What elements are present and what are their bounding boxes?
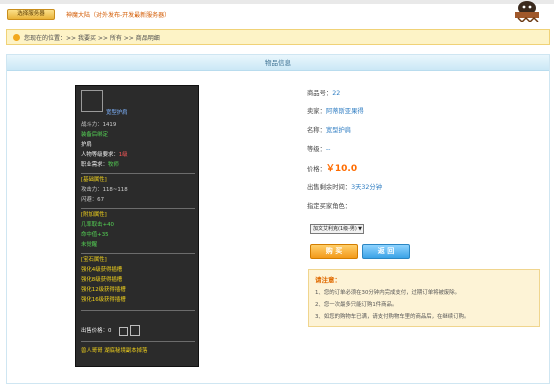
slot-type: 护肩 xyxy=(81,142,92,148)
extra-attr-3: 未觉醒 xyxy=(81,242,98,248)
grade-label: 等级： xyxy=(307,146,326,153)
item-no-row: 商品号：22 xyxy=(307,88,340,97)
gold-coin-icon xyxy=(119,327,128,336)
extra-attr-title: [附加属性] xyxy=(81,212,107,218)
divider xyxy=(81,310,195,311)
gem-slot-4: 强化16级获得插槽 xyxy=(81,297,126,303)
chevron-down-icon: ▼ xyxy=(358,226,362,232)
price-row: 价格：￥10.0 xyxy=(307,161,357,174)
class-req-value: 牧师 xyxy=(107,162,119,168)
divider xyxy=(81,208,195,209)
item-icon-slot xyxy=(81,90,103,112)
breadcrumb: 您现在的位置：>> 我要买 >> 所有 >> 商品明细 xyxy=(6,29,550,45)
panel-title: 物品信息 xyxy=(7,55,549,71)
top-stripe xyxy=(0,0,554,4)
name-value: 宽型护肩 xyxy=(325,127,352,134)
item-tooltip-card: 宽型护肩 战斗力：1419 装备后绑定 护肩 人物等级要求：1级 职业需求：牧师… xyxy=(75,85,199,367)
location-pin-icon xyxy=(13,34,20,41)
buy-button[interactable]: 购 买 xyxy=(310,244,358,259)
level-req-value: 1级 xyxy=(118,152,128,158)
name-label: 名称： xyxy=(307,127,326,134)
divider xyxy=(81,253,195,254)
class-req-label: 职业需求： xyxy=(81,162,108,168)
notice-item-2: 2、您一次最多只能订购1件商品。 xyxy=(315,302,398,308)
drop-source: 兽人哥哥 湖底秘境副本掉落 xyxy=(81,348,148,354)
level-req-label: 人物等级要求： xyxy=(81,152,119,158)
seller-row: 卖家：阿蒂斯亚果得 xyxy=(307,106,364,115)
notice-item-3: 3、如您的购物车已满，请支付购物车里的商品后，在继续订购。 xyxy=(315,314,470,320)
gem-slot-1: 强化4级获得插槽 xyxy=(81,267,123,273)
base-attr-title: [基础属性] xyxy=(81,177,107,183)
extra-attr-1: 几率取击+40 xyxy=(81,222,114,228)
notice-box: 请注意： 1、您的订单必须在30分钟内完成支付，过期订单将被废除。 2、您一次最… xyxy=(308,269,540,327)
grade-row: 等级：-- xyxy=(307,144,330,153)
remaining-time-row: 出售剩余时间：3天32分钟 xyxy=(307,182,382,191)
item-name: 宽型护肩 xyxy=(106,110,128,116)
silver-coin-icon xyxy=(130,325,140,336)
class-requirement: 职业需求：牧师 xyxy=(81,162,119,169)
breadcrumb-text[interactable]: 您现在的位置：>> 我要买 >> 所有 >> 商品明细 xyxy=(24,33,160,42)
buyer-role-select[interactable]: 加文艾利克(1级-男) ▼ xyxy=(310,224,364,234)
remaining-value: 3天32分钟 xyxy=(351,184,382,191)
level-requirement: 人物等级要求：1级 xyxy=(81,152,128,159)
server-name: 神魔大陆（对外发布-开发最新服务器） xyxy=(66,12,171,19)
sell-price: 出售价格：0 xyxy=(81,328,112,334)
item-no-value: 22 xyxy=(332,90,341,97)
mascot-icon xyxy=(515,1,539,22)
role-select-value: 加文艾利克(1级-男) xyxy=(313,226,357,232)
gem-slot-3: 强化12级获得插槽 xyxy=(81,287,126,293)
back-button[interactable]: 返 回 xyxy=(362,244,410,259)
name-row: 名称：宽型护肩 xyxy=(307,125,351,134)
dodge-stat: 闪避：67 xyxy=(81,197,105,203)
price-label: 价格： xyxy=(307,166,326,173)
gem-attr-title: [宝石属性] xyxy=(81,257,107,263)
gem-slot-2: 强化8级获得插槽 xyxy=(81,277,123,283)
seller-label: 卖家： xyxy=(307,108,326,115)
item-no-label: 商品号： xyxy=(307,90,333,97)
top-header: 选择服务器 神魔大陆（对外发布-开发最新服务器） xyxy=(0,0,554,22)
item-info-panel: 物品信息 宽型护肩 战斗力：1419 装备后绑定 护肩 人物等级要求：1级 职业… xyxy=(6,54,550,384)
divider xyxy=(81,341,195,342)
select-server-button[interactable]: 选择服务器 xyxy=(7,9,55,20)
extra-attr-2: 命中值+35 xyxy=(81,232,109,238)
battle-power: 战斗力：1419 xyxy=(81,122,117,128)
grade-value: -- xyxy=(325,146,331,153)
notice-item-1: 1、您的订单必须在30分钟内完成支付，过期订单将被废除。 xyxy=(315,290,461,296)
price-value: ￥10.0 xyxy=(325,164,358,174)
remaining-label: 出售剩余时间： xyxy=(307,184,352,191)
divider xyxy=(81,173,195,174)
buyer-role-label: 指定买家角色： xyxy=(307,203,352,210)
seller-link[interactable]: 阿蒂斯亚果得 xyxy=(326,108,364,115)
notice-title: 请注意： xyxy=(315,276,341,284)
attack-stat: 攻击力：118~118 xyxy=(81,187,128,193)
bind-status: 装备后绑定 xyxy=(81,132,108,138)
